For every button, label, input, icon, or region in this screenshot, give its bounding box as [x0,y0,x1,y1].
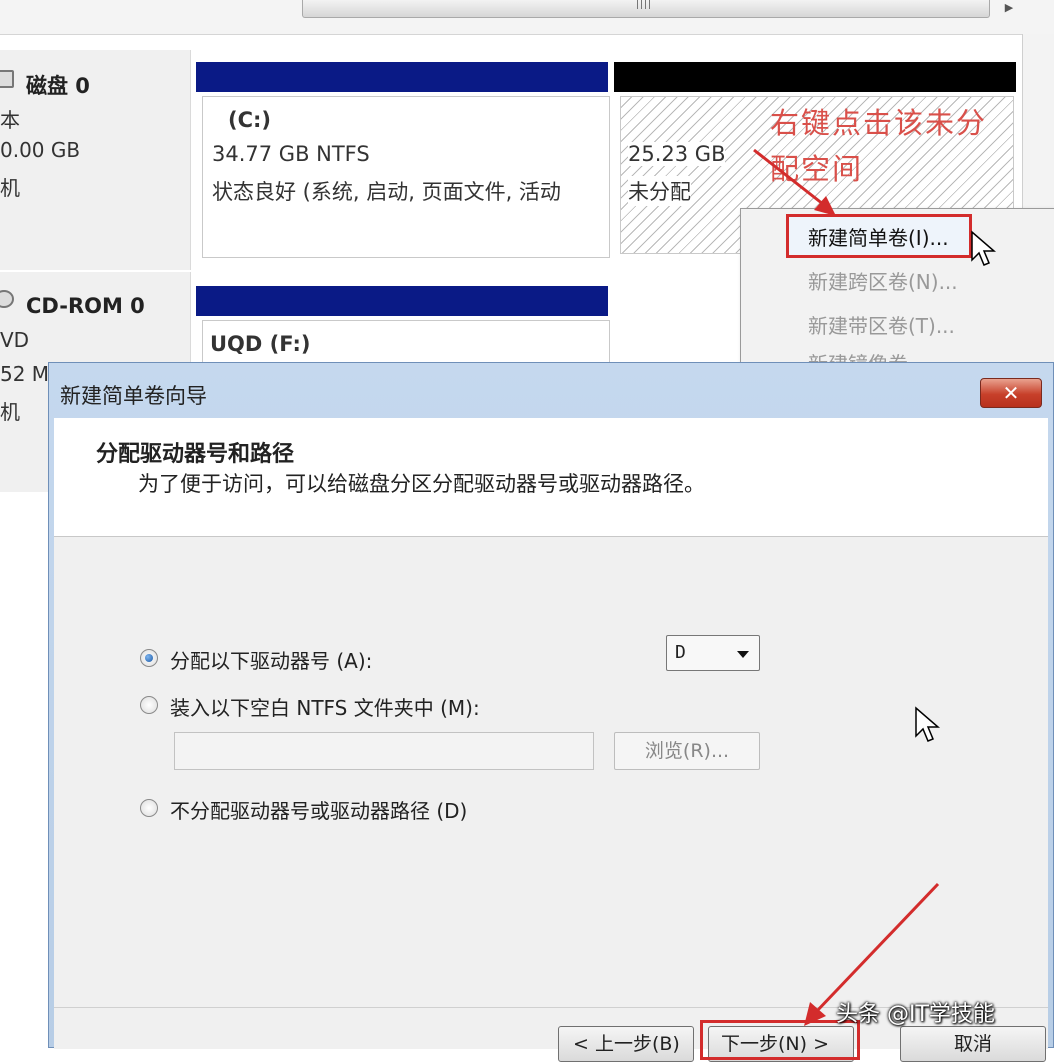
drive-letter-dropdown[interactable]: D [666,635,760,671]
mouse-cursor-icon [971,230,997,266]
disk-drive-icon [0,70,14,88]
c-volume-status: 状态良好 (系统, 启动, 页面文件, 活动 [212,180,561,204]
scrollbar-grip-icon [637,0,651,9]
dropdown-arrow-icon [737,651,749,658]
back-button[interactable]: < 上一步(B) [558,1026,694,1062]
f-volume-name: UQD (F:) [210,332,311,356]
option-no-drive-letter-label[interactable]: 不分配驱动器号或驱动器路径 (D) [170,795,467,824]
option-assign-drive-letter-label[interactable]: 分配以下驱动器号 (A): [170,645,372,674]
radio-assign-drive-letter[interactable] [140,649,158,667]
c-volume-size: 34.77 GB NTFS [212,142,370,166]
f-volume-bar [196,286,608,316]
cdrom0-status: 机 [0,400,20,424]
cdrom0-type: VD [0,328,30,352]
unallocated-bar [614,62,1016,92]
unallocated-label: 未分配 [628,176,691,206]
cdrom0-title: CD-ROM 0 [26,294,145,318]
dialog-subheading: 为了便于访问，可以给磁盘分区分配驱动器号或驱动器路径。 [138,472,705,496]
cdrom0-capacity: 52 M [0,362,50,386]
drive-letter-value: D [675,642,686,663]
scroll-right-arrow-icon[interactable]: ▶ [998,0,1020,17]
disk0-title: 磁盘 0 [26,74,90,98]
mouse-pointer-icon [915,706,941,742]
c-volume-bar [196,62,608,92]
disk0-capacity: 0.00 GB [0,138,81,162]
menu-item-new-striped-volume[interactable]: 新建带区卷(T)... [808,310,955,339]
folder-path-input[interactable] [174,732,594,770]
unallocated-size: 25.23 GB [628,142,726,166]
menu-item-new-spanned-volume[interactable]: 新建跨区卷(N)... [808,266,958,295]
annotation-arrow-icon [753,148,836,216]
menu-item-new-mirrored-volume[interactable]: 新建镜像卷... [808,348,927,362]
watermark: 头条 @IT学技能 [836,1002,995,1027]
disk0-type: 本 [0,108,20,132]
browse-button[interactable]: 浏览(R)... [614,732,760,770]
annotation-text-line1: 右键点击该未分 [770,106,988,140]
dialog-title: 新建简单卷向导 [60,384,207,408]
dialog-heading: 分配驱动器号和路径 [96,442,295,467]
disk0-status: 机 [0,176,20,200]
radio-mount-ntfs-folder[interactable] [140,696,158,714]
radio-no-drive-letter[interactable] [140,799,158,817]
option-mount-ntfs-folder-label[interactable]: 装入以下空白 NTFS 文件夹中 (M): [170,692,480,721]
close-button[interactable]: ✕ [980,378,1042,408]
c-volume-name: (C:) [228,108,272,132]
